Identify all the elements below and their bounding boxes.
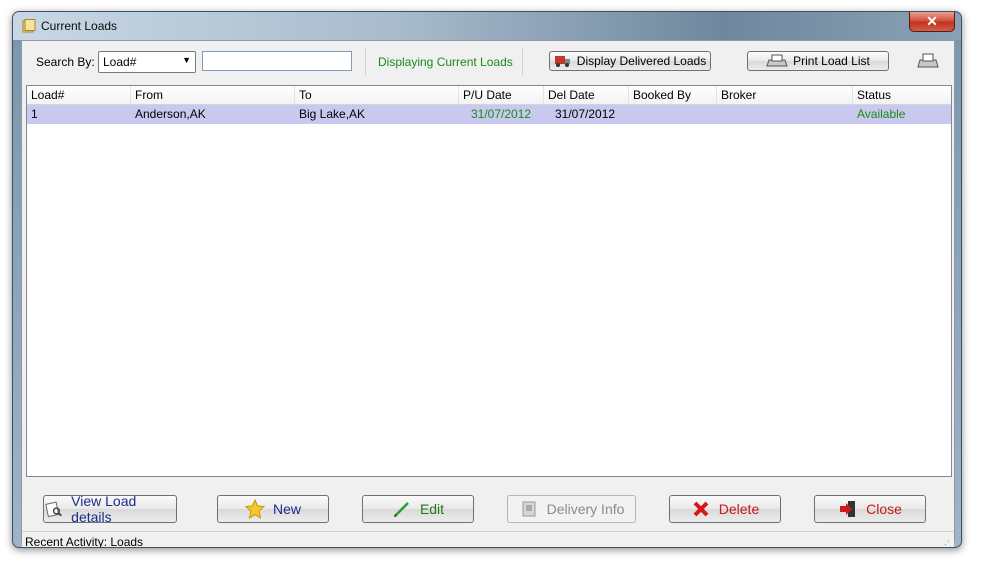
truck-icon [554,56,570,67]
search-by-value: Load# [103,55,137,69]
cell-load: 1 [31,107,38,121]
column-header-from[interactable]: From [131,86,295,104]
new-button[interactable]: New [217,495,329,523]
edit-label: Edit [419,501,445,517]
printer-icon [766,54,788,67]
print-load-list-label: Print Load List [793,54,870,68]
cell-del-date: 31/07/2012 [555,107,616,121]
cell-pu-date: 31/07/2012 [471,107,532,121]
close-label: Close [866,501,902,517]
display-delivered-loads-label: Display Delivered Loads [576,54,707,68]
search-by-select[interactable]: Load# ▼ [98,51,196,73]
status-text: Displaying Current Loads [378,55,513,69]
window-title: Current Loads [41,19,118,33]
status-bar: Recent Activity: Loads ⋰ [22,531,954,548]
chevron-down-icon: ▼ [182,55,191,65]
delete-x-icon [693,501,709,517]
delivery-info-label: Delivery Info [546,501,625,517]
cell-booked-by [629,105,717,124]
exit-door-icon [840,501,856,517]
toolbar-divider [522,47,523,75]
view-load-details-button[interactable]: View Load details [43,493,177,525]
recent-activity-text: Recent Activity: Loads [25,535,144,548]
delivery-icon [522,501,536,517]
pencil-icon [393,502,409,517]
cell-to: Big Lake,AK [299,107,366,121]
current-loads-window: Current Loads ✕ Search By: Load# ▼ Displ… [12,11,962,548]
display-delivered-loads-button[interactable]: Display Delivered Loads [549,51,711,71]
app-icon [22,19,36,33]
cell-status: Available [857,107,906,121]
column-header-pu-date[interactable]: P/U Date [459,86,544,104]
column-header-broker[interactable]: Broker [717,86,853,104]
loads-grid[interactable]: Load# From To P/U Date Del Date Booked B… [26,85,952,477]
column-header-del-date[interactable]: Del Date [544,86,629,104]
print-load-list-button[interactable]: Print Load List [747,51,889,71]
delete-button[interactable]: Delete [669,495,781,523]
window-close-button[interactable]: ✕ [909,12,955,32]
column-header-booked-by[interactable]: Booked By [629,86,717,104]
resize-grip-icon[interactable]: ⋰ [941,539,950,547]
view-load-details-label: View Load details [71,493,137,525]
column-header-status[interactable]: Status [853,86,951,104]
grid-header: Load# From To P/U Date Del Date Booked B… [27,86,951,105]
column-header-to[interactable]: To [295,86,459,104]
new-label: New [272,501,301,517]
document-view-icon [45,501,62,518]
column-header-load[interactable]: Load# [27,86,131,104]
printer-icon[interactable] [917,51,939,71]
edit-button[interactable]: Edit [362,495,474,523]
cell-broker [717,105,853,124]
star-new-icon [244,499,265,519]
search-by-label: Search By: [36,55,95,69]
toolbar-divider [365,47,366,75]
search-input[interactable] [202,51,352,71]
client-area: Search By: Load# ▼ Displaying Current Lo… [21,40,955,547]
delivery-info-button[interactable]: Delivery Info [507,495,636,523]
delete-label: Delete [718,501,760,517]
close-button[interactable]: Close [814,495,926,523]
title-bar[interactable]: Current Loads ✕ [13,12,961,40]
table-row[interactable]: 1 Anderson,AK Big Lake,AK 31/07/2012 31/… [27,105,951,124]
cell-from: Anderson,AK [135,107,206,121]
